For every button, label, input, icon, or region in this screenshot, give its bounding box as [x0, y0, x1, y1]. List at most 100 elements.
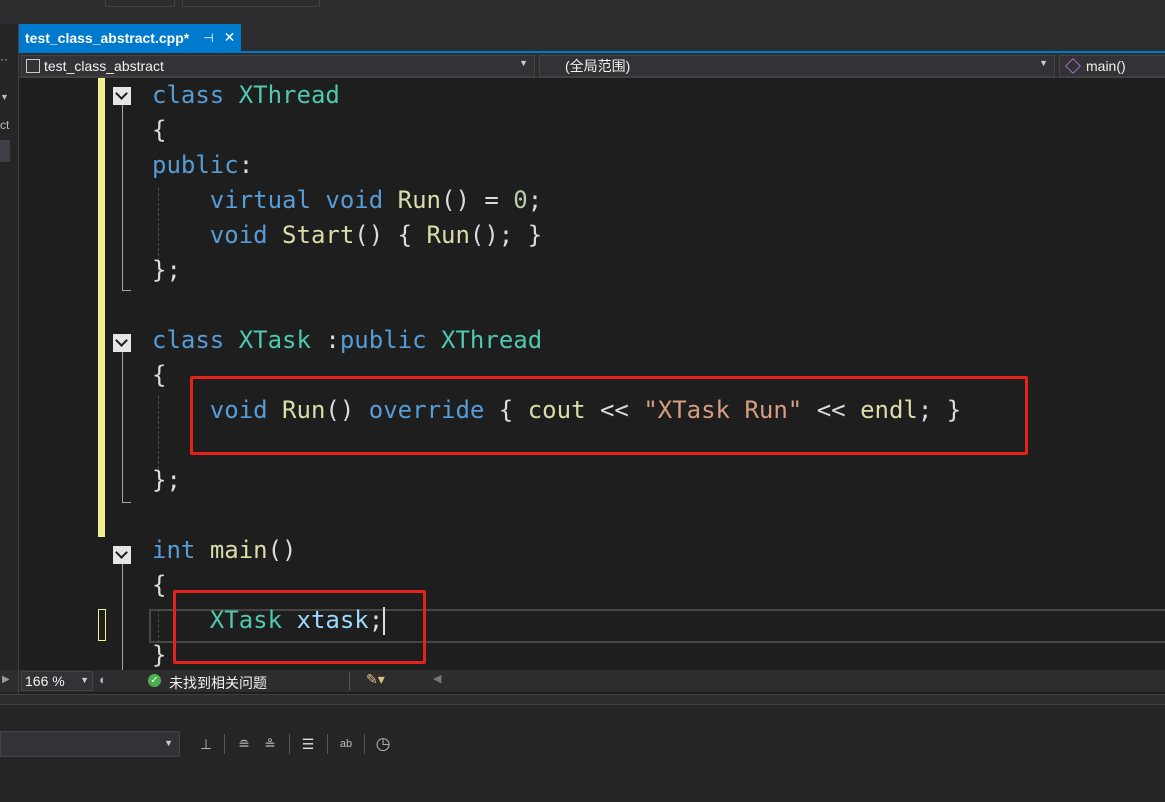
scope-dropdown[interactable]: (全局范围) ▼ [539, 55, 1055, 77]
code-token: () [267, 536, 297, 564]
chevron-down-icon[interactable]: ▼ [0, 92, 9, 102]
code-text[interactable]: class XThread{public: virtual void Run()… [152, 78, 961, 670]
toolbar-dropdown[interactable] [182, 0, 320, 7]
collapse-icon[interactable] [113, 546, 131, 564]
chevron-down-icon: ▼ [1039, 58, 1048, 68]
code-editor[interactable]: class XThread{public: virtual void Run()… [19, 78, 1165, 670]
code-token: public [339, 326, 427, 354]
code-token: } [152, 641, 167, 669]
code-line[interactable]: public: [152, 148, 961, 183]
chevron-right-icon[interactable]: ▶ [2, 674, 10, 685]
clear-all-icon[interactable]: ☰ [297, 733, 319, 755]
check-icon: ✓ [148, 674, 161, 687]
outline-line [122, 352, 123, 502]
code-cleanup-icon[interactable]: ✎▾ [366, 671, 385, 688]
chevron-down-icon: ▼ [164, 738, 173, 748]
change-indicator [98, 78, 105, 537]
code-line[interactable]: int main() [152, 533, 961, 568]
find-message-icon[interactable]: ⊥ [195, 733, 217, 755]
divider [349, 672, 350, 690]
code-token: Start [282, 221, 355, 249]
code-line[interactable]: }; [152, 253, 961, 288]
selected-item[interactable] [0, 140, 10, 162]
outline-end [122, 502, 131, 503]
code-token: { [152, 361, 167, 389]
project-icon [26, 59, 40, 73]
outline-line [122, 105, 123, 290]
outline-end [122, 290, 131, 291]
close-icon[interactable]: ✕ [224, 29, 236, 46]
code-token: () { [354, 221, 427, 249]
code-token: public [152, 151, 239, 179]
divider [289, 734, 290, 754]
code-line[interactable]: }; [152, 463, 961, 498]
issues-status[interactable]: 未找到相关问题 [169, 673, 267, 693]
chevron-down-icon: ▼ [519, 58, 528, 68]
tab-test-class-abstract[interactable]: test_class_abstract.cpp* ⊣ ✕ [19, 24, 242, 51]
project-label: test_class_abstract [44, 58, 164, 74]
source-dropdown[interactable]: ▼ [0, 731, 180, 757]
code-token: void [325, 186, 384, 214]
previous-message-icon[interactable]: ≘ [233, 733, 255, 755]
annotation-box [190, 376, 1028, 455]
word-wrap-icon[interactable]: ab [335, 733, 357, 755]
panel-header [0, 694, 1165, 705]
tab-title: test_class_abstract.cpp* [25, 29, 190, 46]
code-token: class [152, 326, 225, 354]
code-token: { [152, 116, 167, 144]
code-token: : [238, 151, 254, 179]
code-line[interactable]: { [152, 113, 961, 148]
zoom-level: 166 % [25, 673, 65, 689]
code-token: { [152, 571, 167, 599]
change-indicator [98, 609, 106, 641]
code-token: XTask [238, 326, 311, 354]
code-line[interactable]: void Start() { Run(); } [152, 218, 961, 253]
member-label: main() [1086, 58, 1126, 74]
project-dropdown[interactable]: test_class_abstract ▼ [21, 55, 535, 77]
scroll-left-icon[interactable]: ◀ [433, 672, 441, 685]
left-status: ▶ [0, 670, 18, 692]
code-token: () = [441, 186, 514, 214]
code-token: int [152, 536, 196, 564]
collapse-icon[interactable] [113, 334, 131, 352]
toolbar-dropdown[interactable] [105, 0, 175, 7]
code-token: Run [397, 186, 442, 214]
collapse-icon[interactable] [113, 87, 131, 105]
zoom-dropdown[interactable]: 166 % ▼ [21, 671, 93, 691]
code-line[interactable]: class XTask :public XThread [152, 323, 961, 358]
more-icon[interactable]: ·· [0, 52, 8, 66]
clock-icon[interactable]: ◷ [372, 733, 394, 755]
code-token: }; [152, 256, 181, 284]
scope-label: (全局范围) [565, 58, 631, 74]
code-token: : [310, 326, 340, 354]
code-token: }; [152, 466, 181, 494]
annotation-box [173, 590, 426, 664]
code-token: XThread [441, 326, 543, 354]
pin-icon[interactable]: ⊣ [203, 31, 213, 45]
code-line[interactable] [152, 288, 961, 323]
divider [224, 734, 225, 754]
intellicode-icon[interactable]: ◐ [99, 672, 107, 687]
code-token: 0 [513, 186, 528, 214]
code-line[interactable]: virtual void Run() = 0; [152, 183, 961, 218]
toolbar-strip [0, 0, 1165, 24]
code-line[interactable] [152, 498, 961, 533]
member-dropdown[interactable]: main() [1059, 55, 1165, 77]
divider [364, 734, 365, 754]
code-token: ; [527, 186, 543, 214]
editor-status-bar: 166 % ▼ ◐ ✓ 未找到相关问题 ✎▾ ◀ [19, 670, 1165, 692]
method-icon [1065, 58, 1081, 74]
next-message-icon[interactable]: ≗ [259, 733, 281, 755]
solution-explorer-item[interactable]: ct [0, 118, 9, 132]
code-token: virtual [209, 186, 311, 214]
code-line[interactable]: class XThread [152, 78, 961, 113]
navigation-bar: test_class_abstract ▼ (全局范围) ▼ main() [19, 53, 1165, 78]
output-panel: ▼ ⊥ ≘ ≗ ☰ ab ◷ [0, 694, 1165, 802]
